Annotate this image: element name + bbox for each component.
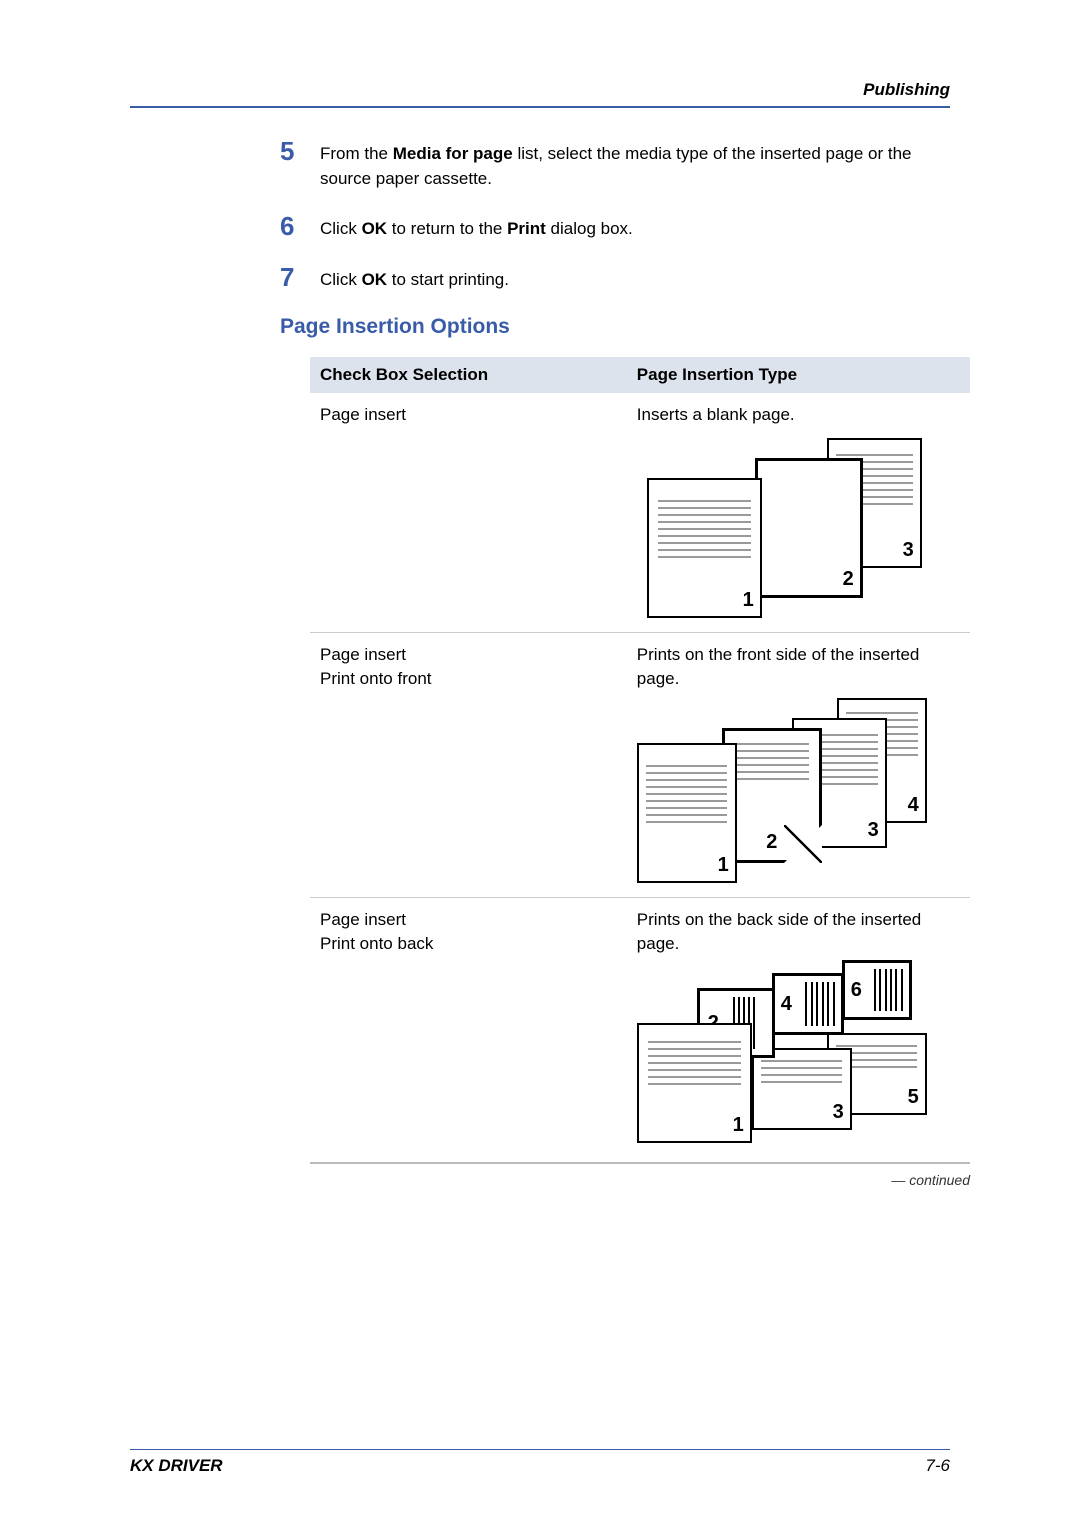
page-label-6: 6	[851, 976, 862, 1004]
page-footer: KX DRIVER 7-6	[130, 1449, 950, 1476]
page-label-3: 3	[868, 816, 879, 844]
diagram-blank-insert: 3 2 1	[637, 438, 960, 618]
checkbox-selection-cell: Page insert Print onto front	[310, 633, 627, 898]
step-number: 6	[280, 213, 310, 239]
page-label-5: 5	[908, 1083, 919, 1111]
table-header: Page Insertion Type	[627, 357, 970, 393]
selection-line: Page insert	[320, 643, 617, 667]
diagram-front-insert: 4 3 2 1	[637, 703, 960, 883]
table-row: Page insert Print onto back Prints on th…	[310, 897, 970, 1162]
insertion-description: Inserts a blank page.	[637, 403, 960, 427]
selection-line: Print onto front	[320, 667, 617, 691]
page-label-2: 2	[843, 565, 854, 593]
insertion-type-cell: Prints on the back side of the inserted …	[627, 897, 970, 1162]
step-number: 7	[280, 264, 310, 290]
step-6: 6 Click OK to return to the Print dialog…	[280, 213, 950, 242]
page-label-1: 1	[718, 851, 729, 879]
selection-line: Print onto back	[320, 932, 617, 956]
footer-left: KX DRIVER	[130, 1456, 223, 1476]
step-5: 5 From the Media for page list, select t…	[280, 138, 950, 191]
page-label-4: 4	[781, 990, 792, 1018]
header-section-title: Publishing	[130, 80, 950, 106]
diagram-back-insert: 6 5 4 3 2	[637, 968, 960, 1148]
insertion-type-cell: Inserts a blank page. 3 2 1	[627, 393, 970, 633]
page-label-1: 1	[733, 1111, 744, 1139]
page-label-3: 3	[903, 536, 914, 564]
checkbox-selection-cell: Page insert Print onto back	[310, 897, 627, 1162]
table-header-row: Check Box Selection Page Insertion Type	[310, 357, 970, 393]
page-label-1: 1	[743, 586, 754, 614]
selection-line: Page insert	[320, 403, 617, 427]
step-7: 7 Click OK to start printing.	[280, 264, 950, 293]
selection-line: Page insert	[320, 908, 617, 932]
options-table: Check Box Selection Page Insertion Type …	[310, 357, 970, 1164]
checkbox-selection-cell: Page insert	[310, 393, 627, 633]
step-text: From the Media for page list, select the…	[320, 138, 950, 191]
footer-right: 7-6	[925, 1456, 950, 1476]
insertion-description: Prints on the front side of the inserted…	[637, 643, 960, 691]
page-label-3: 3	[833, 1098, 844, 1126]
step-text: Click OK to return to the Print dialog b…	[320, 213, 633, 242]
header-rule	[130, 106, 950, 108]
step-text: Click OK to start printing.	[320, 264, 509, 293]
table-row: Page insert Print onto front Prints on t…	[310, 633, 970, 898]
section-heading: Page Insertion Options	[280, 315, 950, 339]
insertion-type-cell: Prints on the front side of the inserted…	[627, 633, 970, 898]
step-list: 5 From the Media for page list, select t…	[280, 138, 950, 293]
table-header: Check Box Selection	[310, 357, 627, 393]
table-row: Page insert Inserts a blank page. 3 2 1	[310, 393, 970, 633]
page-label-4: 4	[908, 791, 919, 819]
step-number: 5	[280, 138, 310, 164]
page-label-2: 2	[766, 828, 777, 856]
insertion-description: Prints on the back side of the inserted …	[637, 908, 960, 956]
continued-note: — continued	[310, 1172, 970, 1188]
